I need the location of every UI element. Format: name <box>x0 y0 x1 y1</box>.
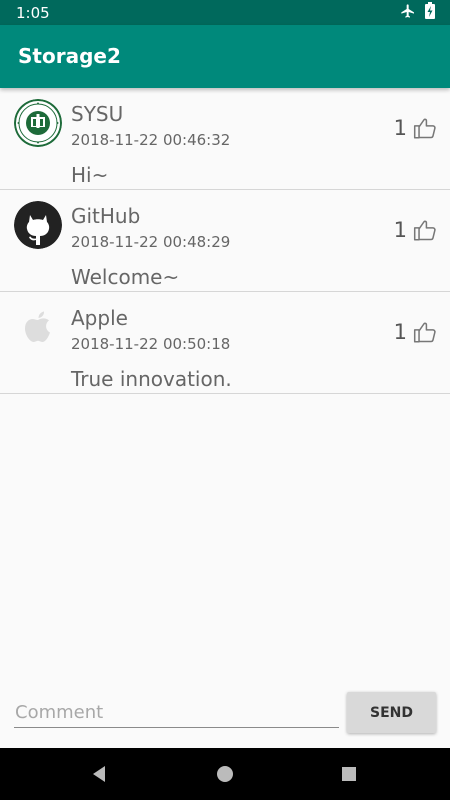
comment-item[interactable]: Apple 2018-11-22 00:50:18 True innovatio… <box>0 292 450 394</box>
thumb-up-icon[interactable] <box>412 217 438 243</box>
back-icon[interactable] <box>87 762 111 786</box>
comment-author: Apple <box>71 306 128 330</box>
app-title: Storage2 <box>18 44 121 68</box>
battery-charging-icon <box>424 2 436 24</box>
comment-item[interactable]: SYSU 2018-11-22 00:46:32 Hi~ 1 <box>0 88 450 190</box>
airplane-icon <box>400 3 416 23</box>
github-icon-avatar <box>14 201 62 249</box>
comment-placeholder: Comment <box>15 702 104 723</box>
comment-author: SYSU <box>71 102 124 126</box>
recents-icon[interactable] <box>337 762 361 786</box>
comment-time: 2018-11-22 00:50:18 <box>71 335 231 353</box>
app-bar: Storage2 <box>0 25 450 88</box>
like-count: 1 <box>393 320 407 344</box>
status-bar: 1:05 <box>0 0 450 25</box>
sysu-logo-avatar <box>14 99 62 147</box>
navigation-bar <box>0 748 450 800</box>
like-count: 1 <box>393 116 407 140</box>
comment-time: 2018-11-22 00:46:32 <box>71 131 231 149</box>
comment-message: True innovation. <box>71 367 232 391</box>
thumb-up-icon[interactable] <box>412 115 438 141</box>
send-button[interactable]: SEND <box>347 692 436 733</box>
like-count: 1 <box>393 218 407 242</box>
comment-message: Welcome~ <box>71 265 180 289</box>
comment-input[interactable]: Comment <box>14 692 339 728</box>
comment-list: SYSU 2018-11-22 00:46:32 Hi~ 1 GitHub 20… <box>0 88 450 394</box>
home-icon[interactable] <box>213 762 237 786</box>
thumb-up-icon[interactable] <box>412 319 438 345</box>
comment-time: 2018-11-22 00:48:29 <box>71 233 231 251</box>
comment-message: Hi~ <box>71 163 109 187</box>
apple-icon-avatar <box>14 303 62 351</box>
status-time: 1:05 <box>16 4 50 22</box>
comment-author: GitHub <box>71 204 141 228</box>
comment-item[interactable]: GitHub 2018-11-22 00:48:29 Welcome~ 1 <box>0 190 450 292</box>
